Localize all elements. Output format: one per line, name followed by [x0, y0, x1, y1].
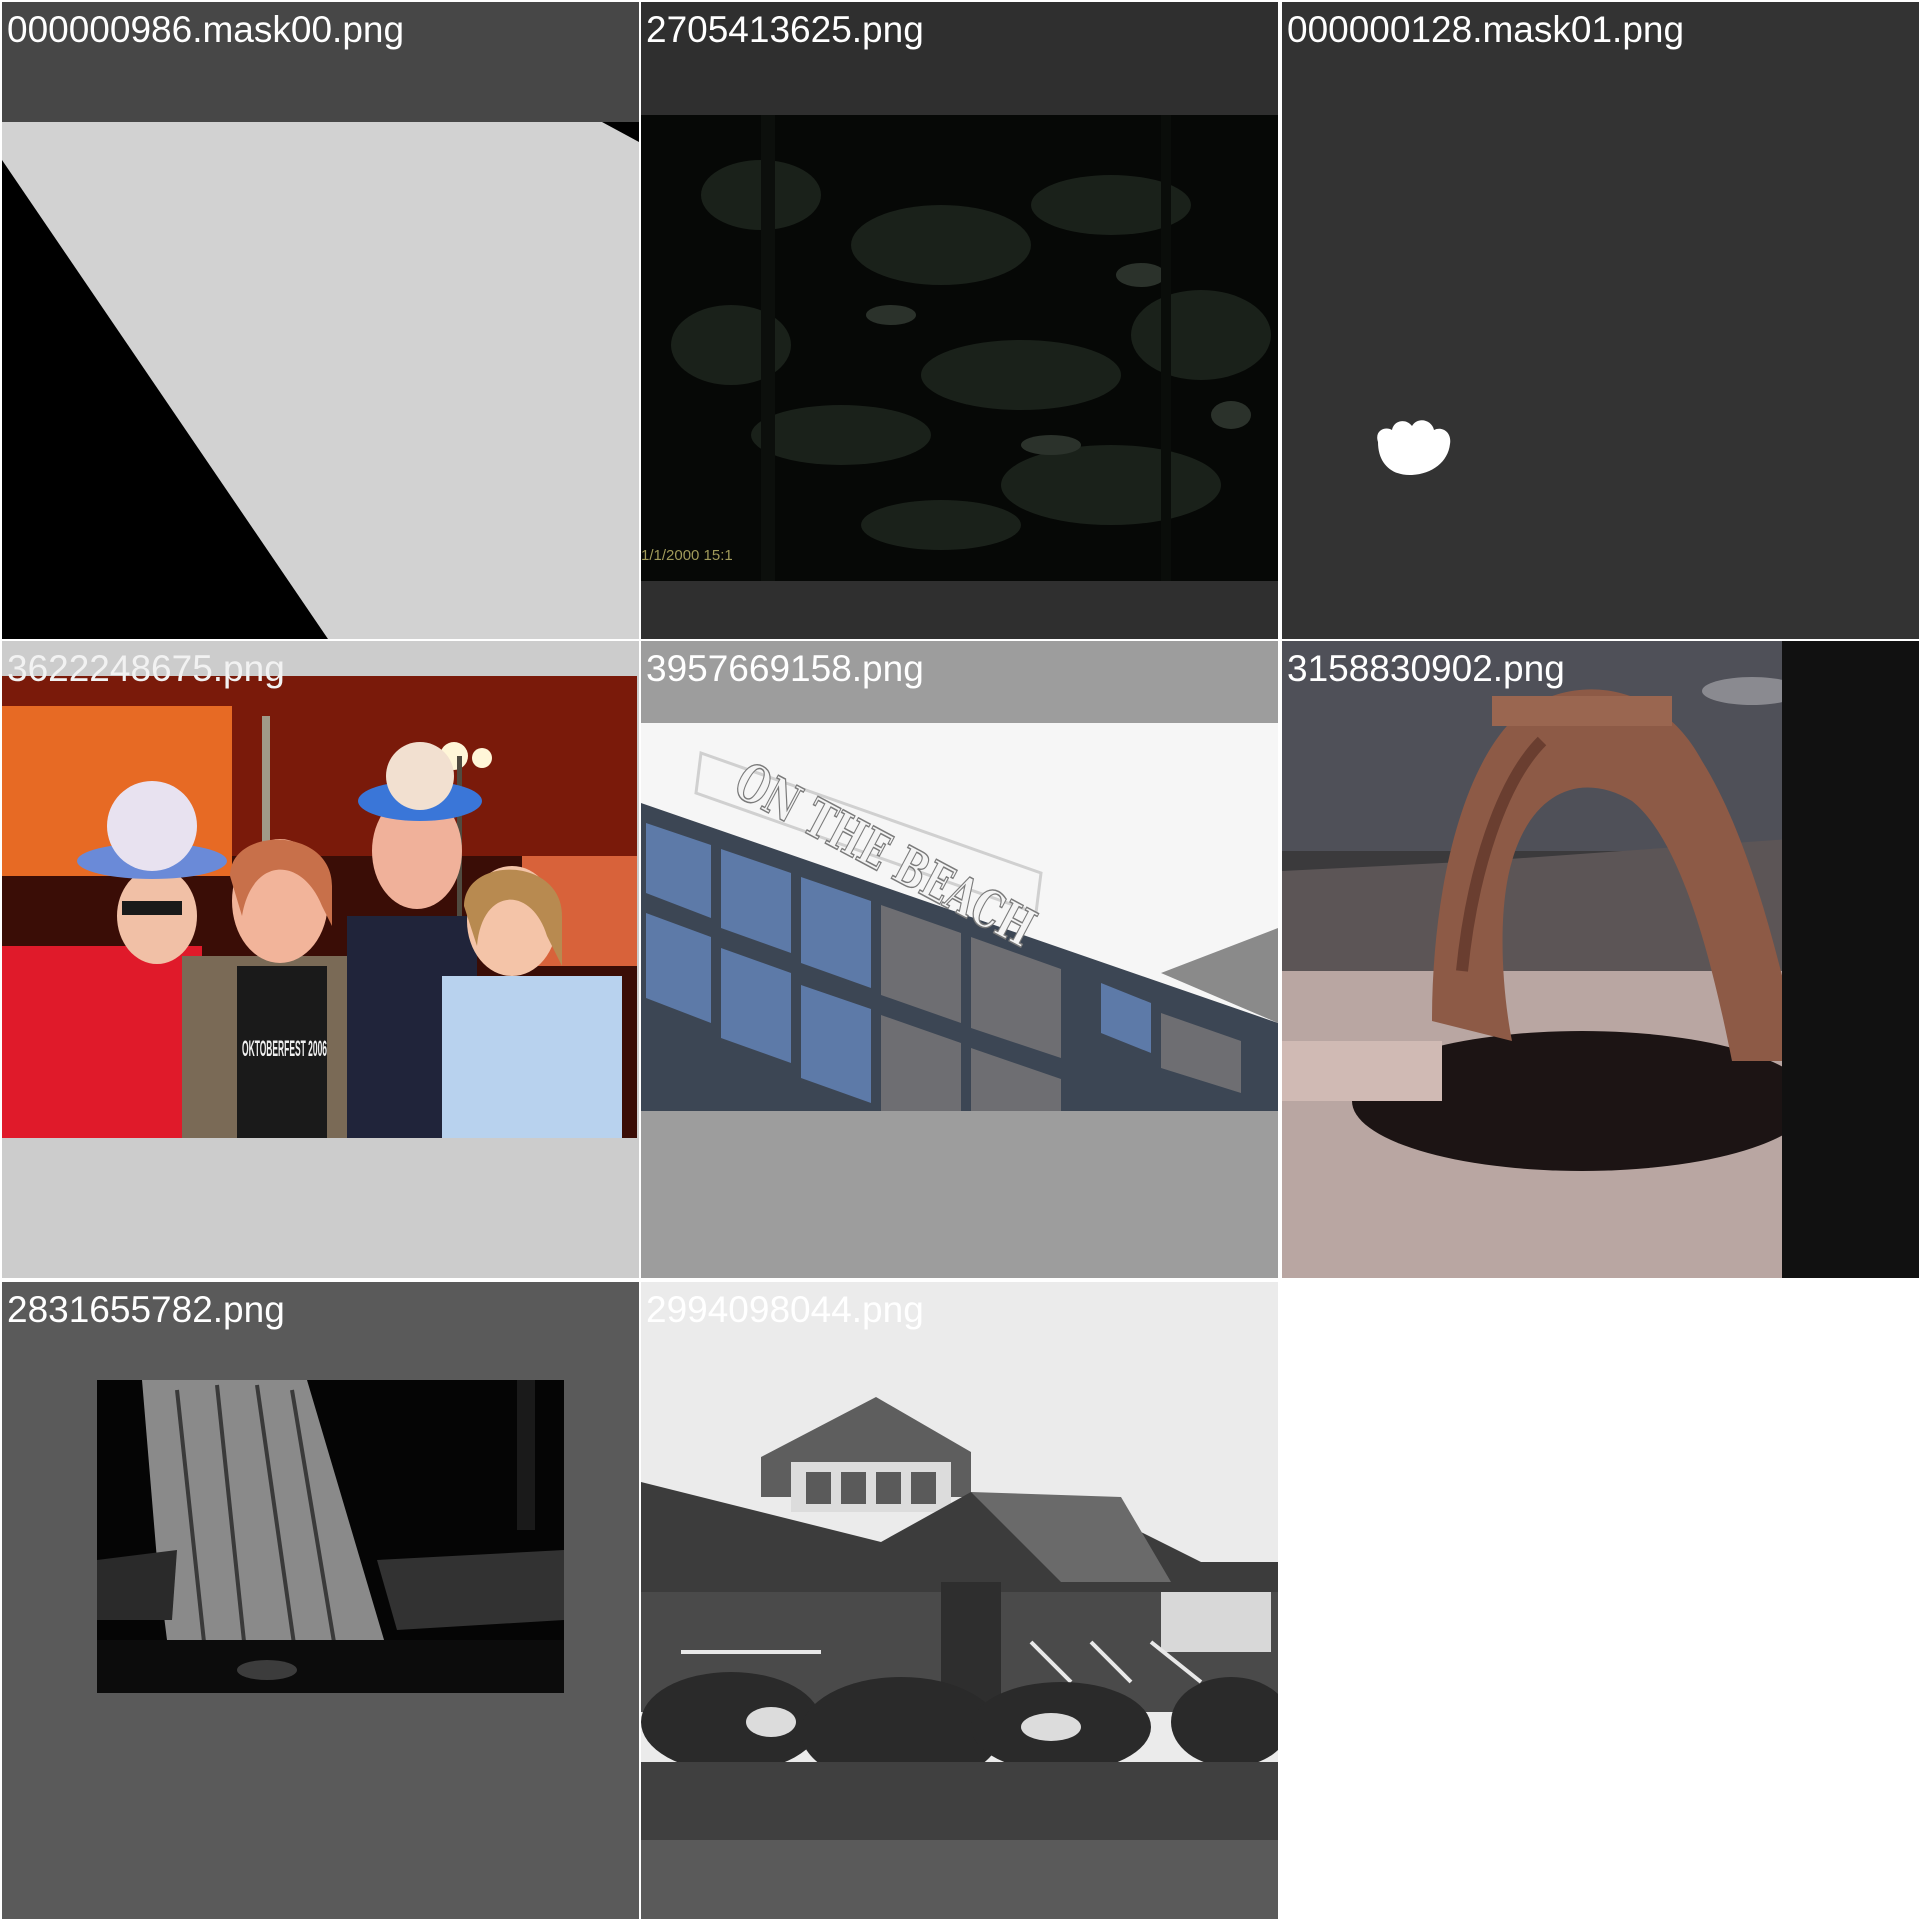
forest-photo: 1/1/2000 15:1 — [641, 115, 1278, 581]
filename-label: 000000986.mask00.png — [7, 9, 405, 50]
grid-tile[interactable]: 1/1/2000 15:1 2705413625.png — [641, 2, 1278, 639]
grid-tile[interactable]: ON THE BEACH 3957669158.png — [641, 641, 1278, 1278]
filename-label: 2831655782.png — [7, 1289, 285, 1330]
camera-timestamp: 1/1/2000 15:1 — [641, 547, 733, 564]
filename-label: 2994098044.png — [646, 1289, 924, 1330]
grid-tile[interactable]: 2994098044.png — [641, 1282, 1278, 1919]
filename-label: 3957669158.png — [646, 648, 924, 689]
party-photo: OKTOBERFEST 2006 — [2, 676, 637, 1138]
building-photo: ON THE BEACH — [641, 723, 1278, 1111]
grid-tile[interactable]: 000000128.mask01.png — [1282, 2, 1919, 639]
mask-image — [1377, 420, 1451, 476]
tree-photo — [97, 1380, 564, 1693]
filename-label: 3622248675.png — [7, 648, 285, 689]
grid-tile[interactable]: 2831655782.png — [2, 1282, 639, 1919]
house-photo — [641, 1282, 1278, 1840]
grid-tile[interactable]: 000000986.mask00.png — [2, 2, 639, 639]
image-grid: 000000986.mask00.png 1/1/2000 15:1 27054… — [0, 0, 1920, 1920]
filename-label: 000000128.mask01.png — [1287, 9, 1685, 50]
filename-label: 2705413625.png — [646, 9, 924, 50]
grid-tile[interactable]: 3158830902.png — [1282, 641, 1919, 1278]
grid-tile[interactable]: OKTOBERFEST 2006 3622248675.png — [2, 641, 639, 1278]
mask-image — [2, 2, 639, 639]
filename-label: 3158830902.png — [1287, 648, 1565, 689]
shirt-text: OKTOBERFEST 2006 — [242, 1036, 327, 1061]
arch-photo — [1282, 641, 1832, 1278]
